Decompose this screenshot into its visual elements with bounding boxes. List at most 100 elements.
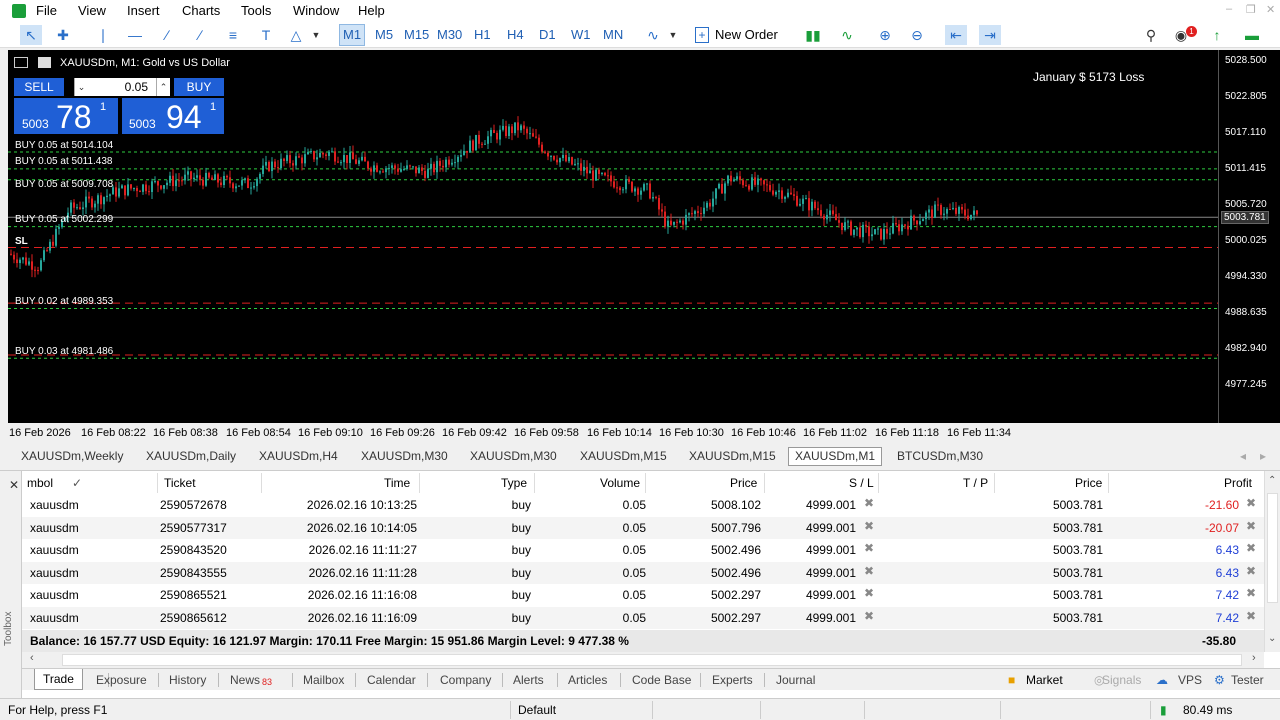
scrollbar-thumb[interactable] (62, 654, 1242, 666)
col-current-price[interactable]: Price (1075, 476, 1102, 490)
tab-trade[interactable]: Trade (34, 669, 83, 690)
horizontal-scrollbar[interactable]: ‹ › (22, 652, 1264, 668)
chart-menu-icon[interactable] (14, 57, 28, 68)
sell-button[interactable]: SELL (14, 78, 64, 96)
chart-window[interactable]: XAUUSDm, M1: Gold vs US Dollar January $… (8, 50, 1280, 445)
close-position-icon[interactable]: ✖ (1246, 564, 1256, 578)
menu-file[interactable]: File (36, 3, 57, 18)
tabs-right-icon[interactable]: ▸ (1260, 449, 1266, 463)
autoscroll-icon[interactable]: ⇤ (945, 25, 967, 45)
sl-remove-icon[interactable]: ✖ (864, 609, 874, 623)
col-volume[interactable]: Volume (600, 476, 640, 490)
tab-vps[interactable]: VPS (1178, 673, 1202, 687)
timeframe-m5[interactable]: M5 (375, 27, 393, 42)
tab-news[interactable]: News (230, 673, 260, 687)
tab-history[interactable]: History (169, 673, 206, 687)
tab-calendar[interactable]: Calendar (367, 673, 416, 687)
col-tp[interactable]: T / P (963, 476, 988, 490)
one-click-icon[interactable] (38, 57, 51, 68)
price-axis[interactable]: 5028.500 5022.805 5017.110 5011.415 5005… (1218, 50, 1280, 423)
signal-strength-icon[interactable]: ↑ (1206, 25, 1228, 45)
col-price[interactable]: Price (730, 476, 757, 490)
tab-mailbox[interactable]: Mailbox (303, 673, 344, 687)
signal-icon[interactable]: ∿ (836, 25, 858, 45)
chart-tab[interactable]: XAUUSDm,Weekly (21, 449, 123, 463)
scroll-left-icon[interactable]: ‹ (30, 652, 34, 664)
timeframe-d1[interactable]: D1 (539, 27, 556, 42)
chart-shift-icon[interactable]: ⇥ (979, 25, 1001, 45)
table-row[interactable]: xauusdm 2590865612 2026.02.16 11:16:09 buy 0… (22, 607, 1264, 629)
timeframe-h1[interactable]: H1 (474, 27, 491, 42)
buy-price[interactable]: 5003 94 1 (122, 98, 224, 135)
tabs-left-icon[interactable]: ◂ (1240, 449, 1246, 463)
tab-alerts[interactable]: Alerts (513, 673, 544, 687)
timeframe-m15[interactable]: M15 (404, 27, 429, 42)
column-divider[interactable] (994, 473, 995, 493)
sl-remove-icon[interactable]: ✖ (864, 519, 874, 533)
menu-window[interactable]: Window (293, 3, 339, 18)
col-time[interactable]: Time (384, 476, 410, 490)
tab-code-base[interactable]: Code Base (632, 673, 691, 687)
tab-signals[interactable]: Signals (1102, 673, 1141, 687)
search-icon[interactable]: ⚲ (1140, 25, 1162, 45)
scroll-down-icon[interactable]: ⌄ (1268, 633, 1276, 644)
close-icon[interactable]: ✕ (9, 478, 19, 492)
column-divider[interactable] (261, 473, 262, 493)
fibonacci-icon[interactable]: ≡ (222, 25, 244, 45)
timeframe-mn[interactable]: MN (603, 27, 623, 42)
close-icon[interactable]: ✕ (1266, 3, 1275, 16)
tab-tester[interactable]: Tester (1231, 673, 1264, 687)
close-position-icon[interactable]: ✖ (1246, 519, 1256, 533)
chart-tab[interactable]: BTCUSDm,M30 (897, 449, 983, 463)
horizontal-line-icon[interactable]: — (124, 25, 146, 45)
close-position-icon[interactable]: ✖ (1246, 586, 1256, 600)
chart-tab-active[interactable]: XAUUSDm,M1 (788, 447, 883, 466)
menu-help[interactable]: Help (358, 3, 385, 18)
timeframe-m1[interactable]: M1 (339, 24, 366, 46)
channel-icon[interactable]: ∕ (189, 25, 211, 45)
menu-insert[interactable]: Insert (127, 3, 160, 18)
column-divider[interactable] (764, 473, 765, 493)
scrollbar-thumb[interactable] (1267, 493, 1278, 603)
column-divider[interactable] (419, 473, 420, 493)
table-row[interactable]: xauusdm 2590572678 2026.02.16 10:13:25 buy 0… (22, 494, 1264, 516)
col-type[interactable]: Type (501, 476, 527, 490)
vertical-line-icon[interactable]: ∣ (92, 25, 114, 45)
scroll-right-icon[interactable]: › (1252, 652, 1256, 664)
volume-down-icon[interactable]: ⌄ (74, 78, 88, 96)
crosshair-icon[interactable]: ✚ (52, 25, 74, 45)
buy-button[interactable]: BUY (174, 78, 224, 96)
chart-tab[interactable]: XAUUSDm,M15 (689, 449, 776, 463)
tab-articles[interactable]: Articles (568, 673, 607, 687)
volume-up-icon[interactable]: ⌃ (156, 78, 170, 96)
sl-remove-icon[interactable]: ✖ (864, 541, 874, 555)
chart-tab[interactable]: XAUUSDm,M30 (361, 449, 448, 463)
table-row[interactable]: xauusdm 2590577317 2026.02.16 10:14:05 buy 0… (22, 516, 1264, 539)
timeframe-w1[interactable]: W1 (571, 27, 591, 42)
col-symbol[interactable]: mbol (27, 476, 53, 490)
chart-type-icon[interactable]: ∿ (642, 25, 664, 45)
menu-view[interactable]: View (78, 3, 106, 18)
timeframe-m30[interactable]: M30 (437, 27, 462, 42)
close-position-icon[interactable]: ✖ (1246, 541, 1256, 555)
col-sl[interactable]: S / L (849, 476, 874, 490)
column-divider[interactable] (157, 473, 158, 493)
tab-company[interactable]: Company (440, 673, 491, 687)
column-divider[interactable] (1108, 473, 1109, 493)
close-position-icon[interactable]: ✖ (1246, 496, 1256, 510)
scroll-up-icon[interactable]: ⌃ (1268, 475, 1276, 486)
tab-market[interactable]: Market (1026, 673, 1063, 687)
new-order-button[interactable]: + New Order (695, 25, 778, 45)
vertical-scrollbar[interactable]: ⌃ ⌄ (1264, 471, 1280, 652)
chart-tab[interactable]: XAUUSDm,M15 (580, 449, 667, 463)
shapes-icon[interactable]: △ (285, 25, 307, 45)
cursor-icon[interactable]: ↖ (20, 25, 42, 45)
chevron-down-icon[interactable]: ▼ (310, 25, 322, 45)
chart-tab[interactable]: XAUUSDm,Daily (146, 449, 236, 463)
table-row[interactable]: xauusdm 2590843555 2026.02.16 11:11:28 buy 0… (22, 561, 1264, 584)
tab-experts[interactable]: Experts (712, 673, 753, 687)
chevron-down-icon[interactable]: ▼ (667, 25, 679, 45)
text-icon[interactable]: T (255, 25, 277, 45)
tab-exposure[interactable]: Exposure (96, 673, 147, 687)
sl-remove-icon[interactable]: ✖ (864, 564, 874, 578)
